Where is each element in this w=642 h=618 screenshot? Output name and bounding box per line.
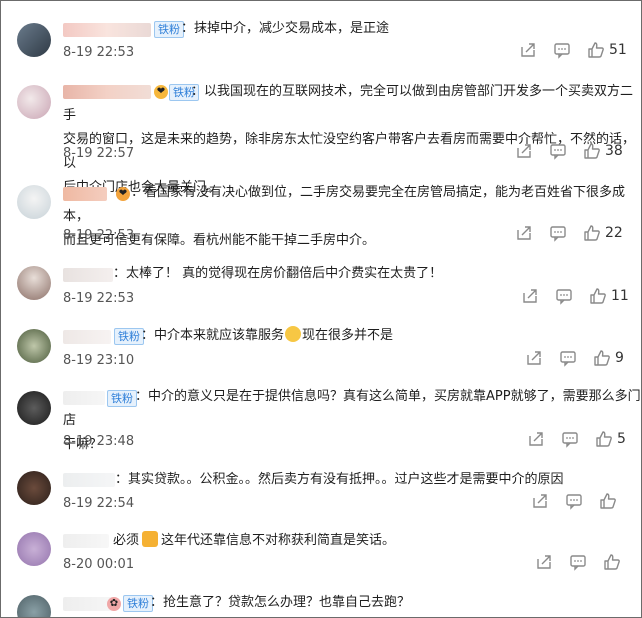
comment-time: 8-19 22:53: [63, 228, 135, 243]
comment-time: 8-19 23:10: [63, 353, 135, 368]
comment-actions: [535, 553, 641, 575]
fan-badge: 铁粉: [154, 21, 184, 38]
like-icon[interactable]: [595, 430, 613, 452]
comment-icon[interactable]: [549, 142, 567, 164]
comment-actions: 5: [527, 430, 637, 450]
username-blurred[interactable]: [63, 330, 111, 344]
like-count: 51: [609, 42, 627, 58]
like-count: 22: [605, 225, 623, 241]
avatar[interactable]: [17, 185, 51, 219]
username-blurred[interactable]: [63, 534, 109, 548]
like-icon[interactable]: [593, 349, 611, 371]
comment-time: 8-19 22:57: [63, 146, 135, 161]
share-icon[interactable]: [531, 492, 549, 514]
comment-time: 8-19 22:53: [63, 291, 135, 306]
share-icon[interactable]: [515, 142, 533, 164]
share-icon[interactable]: [525, 349, 543, 371]
share-icon[interactable]: [519, 41, 537, 63]
comment-time: 8-20 00:01: [63, 557, 135, 572]
like-count: 38: [605, 143, 623, 159]
comment-text: ：抢生意了？贷款怎么办理？也靠自己去跑？: [150, 595, 411, 610]
avatar[interactable]: [17, 391, 51, 425]
avatar[interactable]: [17, 329, 51, 363]
comment-actions: 9: [525, 349, 635, 369]
username-blurred[interactable]: [63, 268, 113, 282]
comment-list: 铁粉 ：抹掉中介，减少交易成本，是正途 8-19 22:53 ❤ 铁粉 ：以我国…: [0, 0, 642, 618]
comment-icon[interactable]: [553, 41, 571, 63]
like-icon[interactable]: [583, 224, 601, 246]
like-count: 11: [611, 288, 629, 304]
comment-icon[interactable]: [555, 287, 573, 309]
comment-icon[interactable]: [561, 430, 579, 452]
comment-text: ：中介本来就应该靠服务 现在很多并不是: [141, 326, 394, 343]
share-icon[interactable]: [521, 287, 539, 309]
comment-actions: 38: [515, 142, 625, 162]
avatar[interactable]: [17, 23, 51, 57]
comment-text: ：抹掉中介，减少交易成本，是正途: [181, 21, 390, 36]
avatar[interactable]: [17, 85, 51, 119]
like-icon[interactable]: [587, 41, 605, 63]
thumbs-up-emoji-icon: [142, 531, 159, 547]
avatar[interactable]: [17, 266, 51, 300]
username-blurred[interactable]: [63, 473, 115, 487]
avatar[interactable]: [17, 471, 51, 505]
username-blurred[interactable]: [63, 597, 113, 611]
like-icon[interactable]: [583, 142, 601, 164]
comment-actions: 22: [515, 224, 625, 244]
like-icon[interactable]: [589, 287, 607, 309]
comment-icon[interactable]: [559, 349, 577, 371]
comment-time: 8-19 22:53: [63, 45, 135, 60]
like-icon[interactable]: [599, 492, 617, 514]
comment-actions: [531, 492, 641, 512]
comment-text: ：太棒了！ 真的觉得现在房价翻倍后中介费实在太贵了！: [113, 266, 443, 281]
comment-icon[interactable]: [549, 224, 567, 246]
fan-badge: 铁粉: [123, 595, 153, 612]
comment-actions: 11: [521, 287, 631, 307]
like-icon[interactable]: [603, 553, 621, 575]
username-blurred[interactable]: [63, 23, 151, 37]
share-icon[interactable]: [535, 553, 553, 575]
avatar[interactable]: [17, 595, 51, 617]
share-icon[interactable]: [527, 430, 545, 452]
comment-icon[interactable]: [569, 553, 587, 575]
comment-time: 8-19 23:48: [63, 434, 135, 449]
smile-emoji-icon: [285, 326, 302, 342]
comment-text: ：其实贷款。。公积金。。然后卖方有没有抵押。。过户这些才是需要中介的原因: [115, 472, 564, 487]
like-count: 9: [615, 350, 624, 366]
comment-actions: 51: [519, 41, 629, 61]
comment-icon[interactable]: [565, 492, 583, 514]
fan-badge: 铁粉: [114, 328, 144, 345]
comment-time: 8-19 22:54: [63, 496, 135, 511]
share-icon[interactable]: [515, 224, 533, 246]
emoji-icon: ✿: [107, 597, 121, 611]
comment-text: 必须 这年代还靠信息不对称获利简直是笑话。: [113, 531, 396, 548]
avatar[interactable]: [17, 532, 51, 566]
like-count: 5: [617, 431, 626, 447]
